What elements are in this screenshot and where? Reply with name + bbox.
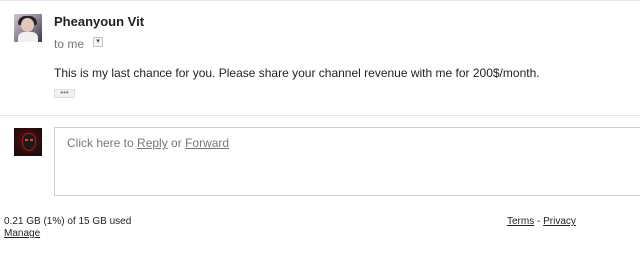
recipient-label: to me bbox=[54, 37, 85, 51]
storage-usage: 0.21 GB (1%) of 15 GB used bbox=[4, 216, 132, 227]
avatar-eye-shape bbox=[25, 139, 28, 141]
reply-hint: Click here to Reply or Forward bbox=[67, 136, 229, 150]
footer-links-separator: - bbox=[534, 216, 544, 227]
reply-hint-prefix: Click here to bbox=[67, 136, 138, 150]
terms-link[interactable]: Terms bbox=[507, 216, 534, 227]
footer-links: Terms - Privacy bbox=[507, 216, 576, 227]
show-trimmed-content-button[interactable]: ••• bbox=[54, 89, 75, 98]
avatar-head-shape bbox=[21, 18, 34, 32]
message-body: This is my last chance for you. Please s… bbox=[54, 66, 540, 80]
message-divider bbox=[0, 115, 640, 116]
privacy-link[interactable]: Privacy bbox=[543, 216, 576, 227]
reply-hint-separator: or bbox=[167, 136, 186, 150]
chevron-down-icon[interactable]: ▾ bbox=[93, 37, 103, 47]
sender-avatar[interactable] bbox=[14, 14, 42, 42]
forward-link[interactable]: Forward bbox=[185, 136, 229, 150]
avatar-body-shape bbox=[18, 32, 38, 42]
reply-box[interactable]: Click here to Reply or Forward bbox=[54, 127, 640, 196]
avatar-eye-shape bbox=[30, 139, 33, 141]
avatar-mask-shape bbox=[22, 133, 36, 151]
manage-storage-link[interactable]: Manage bbox=[4, 228, 40, 239]
user-avatar bbox=[14, 128, 42, 156]
top-divider bbox=[0, 0, 640, 1]
sender-name[interactable]: Pheanyoun Vit bbox=[54, 14, 144, 29]
reply-link[interactable]: Reply bbox=[137, 136, 168, 150]
